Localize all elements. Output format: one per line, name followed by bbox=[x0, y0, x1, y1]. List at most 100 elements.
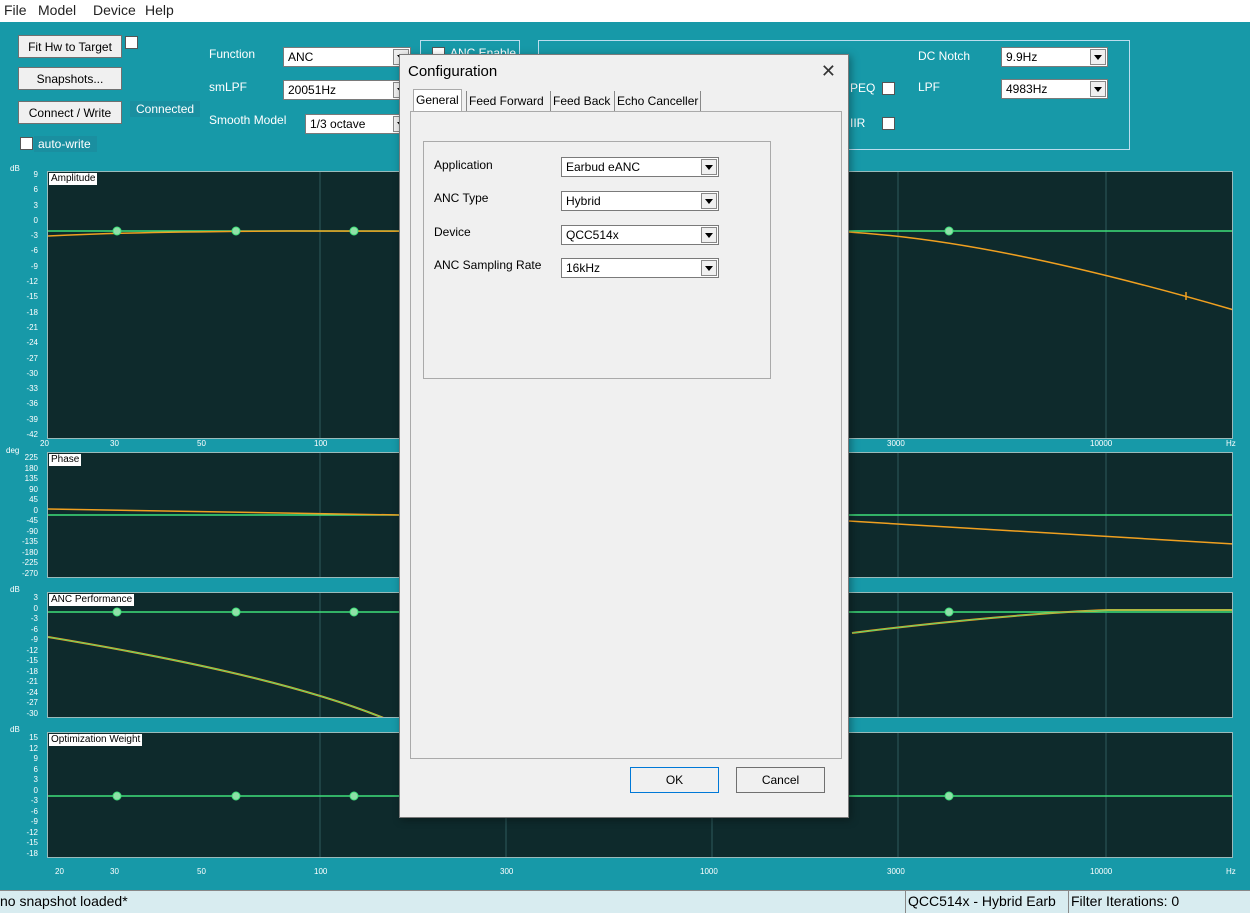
menu-file[interactable]: File bbox=[4, 2, 27, 18]
menu-bar: File Model Device Help bbox=[0, 0, 1250, 22]
x-tick: 20 bbox=[55, 867, 64, 876]
menu-model[interactable]: Model bbox=[38, 2, 76, 18]
x-tick: 20 bbox=[40, 439, 49, 448]
phase-title: Phase bbox=[49, 454, 82, 466]
tab-feed-back[interactable]: Feed Back bbox=[550, 91, 612, 111]
y-tick: -15 bbox=[26, 838, 38, 848]
weight-x-axis: 20 30 50 100 300 1000 3000 10000 Hz bbox=[40, 867, 1240, 877]
fit-hw-to-target-button[interactable]: Fit Hw to Target bbox=[18, 35, 122, 58]
y-tick: -12 bbox=[26, 645, 38, 655]
x-tick: 10000 bbox=[1090, 439, 1113, 448]
y-tick: -225 bbox=[21, 558, 38, 568]
y-tick: 0 bbox=[33, 785, 38, 795]
iir-checkbox[interactable] bbox=[882, 117, 895, 130]
lpf-select[interactable]: 4983Hz bbox=[1001, 79, 1108, 99]
y-tick: -18 bbox=[26, 849, 38, 858]
device-value: QCC514x bbox=[566, 228, 619, 242]
dc-notch-select[interactable]: 9.9Hz bbox=[1001, 47, 1108, 67]
y-tick: 180 bbox=[24, 463, 38, 473]
y-tick: -6 bbox=[30, 624, 38, 634]
auto-write-checkbox[interactable] bbox=[20, 137, 33, 150]
y-tick: -27 bbox=[26, 353, 38, 363]
y-tick: -45 bbox=[26, 516, 38, 526]
weight-title: Optimization Weight bbox=[49, 734, 143, 746]
device-status: QCC514x - Hybrid Earb bbox=[905, 891, 1068, 913]
y-tick: -9 bbox=[30, 817, 38, 827]
close-icon[interactable]: ✕ bbox=[821, 61, 836, 82]
status-bar: no snapshot loaded* QCC514x - Hybrid Ear… bbox=[0, 890, 1250, 913]
y-tick: -15 bbox=[26, 292, 38, 302]
amplitude-y-axis: 9 6 3 0 -3 -6 -9 -12 -15 -18 -21 -24 -27 -30 -33 -36 -39… bbox=[0, 171, 40, 439]
smooth-model-value: 1/3 octave bbox=[310, 117, 366, 131]
x-tick: 50 bbox=[197, 439, 206, 448]
general-settings-box: Application Earbud eANC ANC Type Hybrid … bbox=[423, 141, 771, 379]
snapshots-button[interactable]: Snapshots... bbox=[18, 67, 122, 90]
lpf-label: LPF bbox=[918, 80, 941, 94]
y-tick: -24 bbox=[26, 338, 38, 348]
y-tick: -18 bbox=[26, 307, 38, 317]
anc-title: ANC Performance bbox=[49, 594, 135, 606]
x-tick: Hz bbox=[1226, 439, 1236, 448]
y-tick: -30 bbox=[26, 709, 38, 718]
function-select[interactable]: ANC bbox=[283, 47, 411, 67]
y-tick: -21 bbox=[26, 322, 38, 332]
peq-checkbox[interactable] bbox=[882, 82, 895, 95]
y-tick: 15 bbox=[29, 733, 38, 742]
connect-write-button[interactable]: Connect / Write bbox=[18, 101, 122, 124]
y-tick: -27 bbox=[26, 698, 38, 708]
anc-unit: dB bbox=[10, 585, 20, 594]
ok-button[interactable]: OK bbox=[630, 767, 719, 793]
x-tick: 100 bbox=[314, 439, 328, 448]
y-tick: -6 bbox=[30, 246, 38, 256]
anc-sampling-rate-value: 16kHz bbox=[566, 261, 601, 275]
menu-device[interactable]: Device bbox=[93, 2, 136, 18]
y-tick: -33 bbox=[26, 384, 38, 394]
y-tick: -12 bbox=[26, 827, 38, 837]
tab-feed-forward[interactable]: Feed Forward bbox=[466, 91, 546, 111]
application-select[interactable]: Earbud eANC bbox=[561, 157, 719, 177]
y-tick: 3 bbox=[33, 775, 38, 785]
tab-echo-canceller[interactable]: Echo Canceller bbox=[614, 91, 702, 111]
anc-sampling-rate-select[interactable]: 16kHz bbox=[561, 258, 719, 278]
fit-hw-checkbox[interactable] bbox=[125, 36, 138, 49]
peq-label: PEQ bbox=[850, 81, 876, 95]
dc-notch-value: 9.9Hz bbox=[1006, 50, 1038, 64]
y-tick: -180 bbox=[21, 547, 38, 557]
x-tick: 50 bbox=[197, 867, 206, 876]
cancel-button[interactable]: Cancel bbox=[736, 767, 825, 793]
smooth-model-select[interactable]: 1/3 octave bbox=[305, 114, 411, 134]
y-tick: -3 bbox=[30, 796, 38, 806]
function-label: Function bbox=[209, 47, 256, 61]
y-tick: -39 bbox=[26, 414, 38, 424]
menu-help[interactable]: Help bbox=[145, 2, 174, 18]
x-tick: 3000 bbox=[887, 867, 905, 876]
y-tick: 3 bbox=[33, 200, 38, 210]
y-tick: -21 bbox=[26, 677, 38, 687]
y-tick: 9 bbox=[33, 170, 38, 179]
y-tick: -270 bbox=[21, 569, 38, 578]
dialog-title: Configuration bbox=[408, 63, 498, 80]
y-tick: 9 bbox=[33, 754, 38, 764]
x-tick: 1000 bbox=[700, 867, 718, 876]
y-tick: 0 bbox=[33, 215, 38, 225]
x-tick: 3000 bbox=[887, 439, 905, 448]
chevron-down-icon bbox=[701, 193, 717, 209]
anc-sampling-rate-label: ANC Sampling Rate bbox=[434, 258, 542, 272]
smlpf-select[interactable]: 20051Hz bbox=[283, 80, 411, 100]
y-tick: 90 bbox=[29, 484, 38, 494]
weight-y-axis: 15 12 9 6 3 0 -3 -6 -9 -12 -15 -18 bbox=[0, 734, 40, 858]
device-label: Device bbox=[434, 225, 471, 239]
y-tick: -135 bbox=[21, 537, 38, 547]
function-value: ANC bbox=[288, 50, 314, 64]
tab-general[interactable]: General bbox=[413, 89, 462, 111]
device-select[interactable]: QCC514x bbox=[561, 225, 719, 245]
x-tick: Hz bbox=[1226, 867, 1236, 876]
anc-type-select[interactable]: Hybrid bbox=[561, 191, 719, 211]
y-tick: -90 bbox=[26, 526, 38, 536]
y-tick: -12 bbox=[26, 277, 38, 287]
x-tick: 30 bbox=[110, 439, 119, 448]
y-tick: 6 bbox=[33, 185, 38, 195]
y-tick: -3 bbox=[30, 231, 38, 241]
amplitude-title: Amplitude bbox=[49, 173, 98, 185]
y-tick: -9 bbox=[30, 261, 38, 271]
